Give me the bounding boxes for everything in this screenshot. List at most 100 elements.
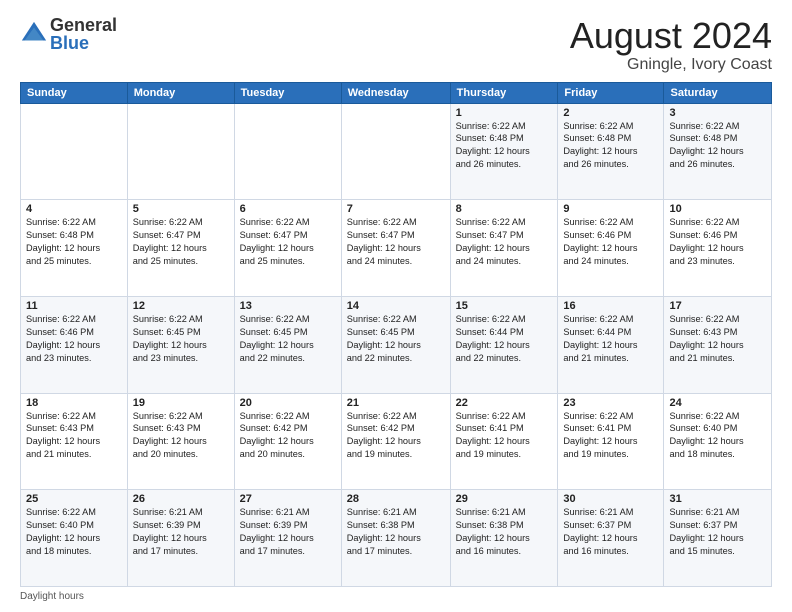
month-title: August 2024 <box>570 16 772 56</box>
day-cell <box>21 103 128 200</box>
logo-text: General Blue <box>50 16 117 52</box>
day-cell: 10Sunrise: 6:22 AM Sunset: 6:46 PM Dayli… <box>664 200 772 297</box>
day-number: 19 <box>133 397 229 409</box>
day-info: Sunrise: 6:22 AM Sunset: 6:41 PM Dayligh… <box>563 410 658 462</box>
day-number: 1 <box>456 107 553 119</box>
day-cell: 6Sunrise: 6:22 AM Sunset: 6:47 PM Daylig… <box>234 200 341 297</box>
day-info: Sunrise: 6:21 AM Sunset: 6:37 PM Dayligh… <box>563 506 658 558</box>
day-cell: 27Sunrise: 6:21 AM Sunset: 6:39 PM Dayli… <box>234 490 341 587</box>
day-info: Sunrise: 6:22 AM Sunset: 6:43 PM Dayligh… <box>26 410 122 462</box>
day-number: 7 <box>347 203 445 215</box>
day-info: Sunrise: 6:22 AM Sunset: 6:42 PM Dayligh… <box>240 410 336 462</box>
day-number: 28 <box>347 493 445 505</box>
week-row-5: 25Sunrise: 6:22 AM Sunset: 6:40 PM Dayli… <box>21 490 772 587</box>
day-number: 25 <box>26 493 122 505</box>
day-info: Sunrise: 6:22 AM Sunset: 6:47 PM Dayligh… <box>347 216 445 268</box>
day-info: Sunrise: 6:22 AM Sunset: 6:47 PM Dayligh… <box>240 216 336 268</box>
day-cell <box>341 103 450 200</box>
day-info: Sunrise: 6:21 AM Sunset: 6:37 PM Dayligh… <box>669 506 766 558</box>
day-number: 21 <box>347 397 445 409</box>
day-cell: 15Sunrise: 6:22 AM Sunset: 6:44 PM Dayli… <box>450 296 558 393</box>
day-number: 11 <box>26 300 122 312</box>
footer-note: Daylight hours <box>20 591 772 602</box>
day-cell: 21Sunrise: 6:22 AM Sunset: 6:42 PM Dayli… <box>341 393 450 490</box>
col-wednesday: Wednesday <box>341 82 450 103</box>
calendar: Sunday Monday Tuesday Wednesday Thursday… <box>20 82 772 602</box>
day-info: Sunrise: 6:22 AM Sunset: 6:42 PM Dayligh… <box>347 410 445 462</box>
day-number: 5 <box>133 203 229 215</box>
day-info: Sunrise: 6:21 AM Sunset: 6:38 PM Dayligh… <box>347 506 445 558</box>
day-number: 24 <box>669 397 766 409</box>
day-number: 23 <box>563 397 658 409</box>
day-number: 14 <box>347 300 445 312</box>
day-cell: 2Sunrise: 6:22 AM Sunset: 6:48 PM Daylig… <box>558 103 664 200</box>
day-cell: 14Sunrise: 6:22 AM Sunset: 6:45 PM Dayli… <box>341 296 450 393</box>
day-info: Sunrise: 6:22 AM Sunset: 6:48 PM Dayligh… <box>563 120 658 172</box>
day-info: Sunrise: 6:22 AM Sunset: 6:45 PM Dayligh… <box>133 313 229 365</box>
day-info: Sunrise: 6:22 AM Sunset: 6:45 PM Dayligh… <box>347 313 445 365</box>
day-info: Sunrise: 6:22 AM Sunset: 6:46 PM Dayligh… <box>669 216 766 268</box>
day-cell: 13Sunrise: 6:22 AM Sunset: 6:45 PM Dayli… <box>234 296 341 393</box>
day-number: 15 <box>456 300 553 312</box>
logo-icon <box>20 20 48 48</box>
day-number: 30 <box>563 493 658 505</box>
day-cell: 20Sunrise: 6:22 AM Sunset: 6:42 PM Dayli… <box>234 393 341 490</box>
day-info: Sunrise: 6:22 AM Sunset: 6:48 PM Dayligh… <box>456 120 553 172</box>
day-number: 6 <box>240 203 336 215</box>
day-number: 18 <box>26 397 122 409</box>
day-cell <box>234 103 341 200</box>
day-cell: 17Sunrise: 6:22 AM Sunset: 6:43 PM Dayli… <box>664 296 772 393</box>
logo-general: General <box>50 16 117 34</box>
day-info: Sunrise: 6:21 AM Sunset: 6:39 PM Dayligh… <box>240 506 336 558</box>
col-monday: Monday <box>127 82 234 103</box>
day-number: 10 <box>669 203 766 215</box>
day-info: Sunrise: 6:21 AM Sunset: 6:39 PM Dayligh… <box>133 506 229 558</box>
day-cell: 26Sunrise: 6:21 AM Sunset: 6:39 PM Dayli… <box>127 490 234 587</box>
day-info: Sunrise: 6:22 AM Sunset: 6:40 PM Dayligh… <box>669 410 766 462</box>
day-cell: 22Sunrise: 6:22 AM Sunset: 6:41 PM Dayli… <box>450 393 558 490</box>
day-cell: 23Sunrise: 6:22 AM Sunset: 6:41 PM Dayli… <box>558 393 664 490</box>
day-info: Sunrise: 6:22 AM Sunset: 6:47 PM Dayligh… <box>133 216 229 268</box>
page: General Blue August 2024 Gningle, Ivory … <box>0 0 792 612</box>
col-saturday: Saturday <box>664 82 772 103</box>
col-friday: Friday <box>558 82 664 103</box>
day-cell: 29Sunrise: 6:21 AM Sunset: 6:38 PM Dayli… <box>450 490 558 587</box>
day-cell: 19Sunrise: 6:22 AM Sunset: 6:43 PM Dayli… <box>127 393 234 490</box>
week-row-3: 11Sunrise: 6:22 AM Sunset: 6:46 PM Dayli… <box>21 296 772 393</box>
day-info: Sunrise: 6:22 AM Sunset: 6:43 PM Dayligh… <box>133 410 229 462</box>
day-info: Sunrise: 6:22 AM Sunset: 6:48 PM Dayligh… <box>669 120 766 172</box>
day-info: Sunrise: 6:22 AM Sunset: 6:45 PM Dayligh… <box>240 313 336 365</box>
col-tuesday: Tuesday <box>234 82 341 103</box>
day-info: Sunrise: 6:22 AM Sunset: 6:44 PM Dayligh… <box>456 313 553 365</box>
day-info: Sunrise: 6:22 AM Sunset: 6:44 PM Dayligh… <box>563 313 658 365</box>
day-number: 17 <box>669 300 766 312</box>
day-cell: 16Sunrise: 6:22 AM Sunset: 6:44 PM Dayli… <box>558 296 664 393</box>
day-cell: 4Sunrise: 6:22 AM Sunset: 6:48 PM Daylig… <box>21 200 128 297</box>
header: General Blue August 2024 Gningle, Ivory … <box>20 16 772 74</box>
day-cell: 12Sunrise: 6:22 AM Sunset: 6:45 PM Dayli… <box>127 296 234 393</box>
day-cell: 30Sunrise: 6:21 AM Sunset: 6:37 PM Dayli… <box>558 490 664 587</box>
day-info: Sunrise: 6:22 AM Sunset: 6:48 PM Dayligh… <box>26 216 122 268</box>
day-number: 22 <box>456 397 553 409</box>
day-number: 16 <box>563 300 658 312</box>
day-cell: 18Sunrise: 6:22 AM Sunset: 6:43 PM Dayli… <box>21 393 128 490</box>
day-info: Sunrise: 6:22 AM Sunset: 6:43 PM Dayligh… <box>669 313 766 365</box>
day-cell: 7Sunrise: 6:22 AM Sunset: 6:47 PM Daylig… <box>341 200 450 297</box>
day-cell: 8Sunrise: 6:22 AM Sunset: 6:47 PM Daylig… <box>450 200 558 297</box>
location: Gningle, Ivory Coast <box>570 56 772 74</box>
week-row-4: 18Sunrise: 6:22 AM Sunset: 6:43 PM Dayli… <box>21 393 772 490</box>
logo-blue: Blue <box>50 34 117 52</box>
col-thursday: Thursday <box>450 82 558 103</box>
day-number: 3 <box>669 107 766 119</box>
day-number: 8 <box>456 203 553 215</box>
day-cell: 11Sunrise: 6:22 AM Sunset: 6:46 PM Dayli… <box>21 296 128 393</box>
day-number: 2 <box>563 107 658 119</box>
day-cell <box>127 103 234 200</box>
day-info: Sunrise: 6:22 AM Sunset: 6:47 PM Dayligh… <box>456 216 553 268</box>
day-number: 27 <box>240 493 336 505</box>
week-row-1: 1Sunrise: 6:22 AM Sunset: 6:48 PM Daylig… <box>21 103 772 200</box>
day-info: Sunrise: 6:22 AM Sunset: 6:41 PM Dayligh… <box>456 410 553 462</box>
day-number: 12 <box>133 300 229 312</box>
day-cell: 5Sunrise: 6:22 AM Sunset: 6:47 PM Daylig… <box>127 200 234 297</box>
day-number: 31 <box>669 493 766 505</box>
